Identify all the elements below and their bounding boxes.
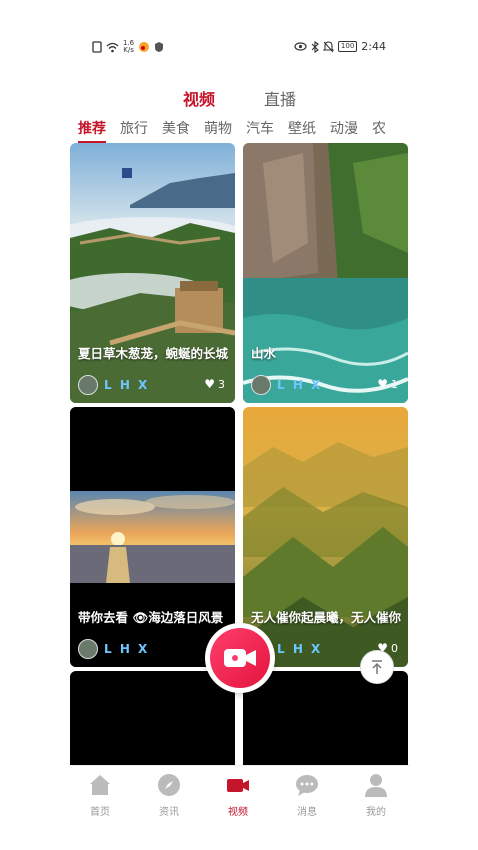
wifi-icon [106,42,119,52]
video-card[interactable]: 无人催你起晨曦，无人催你 L H X ♥ 0 [243,407,408,667]
category-pets[interactable]: 萌物 [204,118,232,138]
video-camera-icon [224,649,256,667]
thumbnail-river-cliffs [243,143,408,403]
video-card[interactable] [70,671,235,771]
shield-icon [155,42,164,52]
tab-video[interactable]: 视频 [183,86,215,110]
author-name: L H X [104,642,150,656]
heart-icon: ♥ [377,377,388,391]
card-title: 无人催你起晨曦，无人催你 [251,610,401,625]
video-camera-icon [227,779,249,792]
nav-label: 我的 [366,807,386,818]
avatar [78,375,98,395]
heart-icon: ♥ [204,377,215,391]
category-recommend[interactable]: 推荐 [78,118,106,143]
nav-label: 消息 [297,807,317,818]
record-video-button[interactable] [205,623,275,693]
status-right: 100 2:44 [294,40,386,53]
nav-label: 资讯 [159,807,179,818]
chat-icon [296,775,318,796]
video-card[interactable] [243,671,408,771]
category-wallpaper[interactable]: 壁纸 [288,118,316,138]
category-food[interactable]: 美食 [162,118,190,138]
author-name: L H X [277,642,323,656]
compass-icon [158,774,180,796]
avatar [78,639,98,659]
nav-label: 首页 [90,807,110,818]
status-left: 1.6 K/s [92,40,164,54]
author-name: L H X [104,378,150,392]
bottom-navigation: 首页 资讯 视频 消息 我的 [70,765,410,820]
like-count[interactable]: ♥ 1 [377,377,398,391]
card-title: 带你去看 👁海边落日风景 [78,610,224,625]
mute-icon [322,40,334,52]
like-number: 1 [391,377,398,391]
battery-indicator: 100 [337,41,358,52]
card-title: 山水 [251,346,277,361]
category-cars[interactable]: 汽车 [246,118,274,138]
network-speed: 1.6 K/s [123,40,134,54]
tab-live[interactable]: 直播 [264,86,296,110]
like-number: 3 [218,377,225,391]
video-card[interactable]: 带你去看 👁海边落日风景 L H X ♥ [70,407,235,667]
nav-profile[interactable]: 我的 [348,772,404,818]
card-author[interactable]: L H X [78,639,149,659]
nav-news[interactable]: 资讯 [141,772,197,818]
like-number: 0 [391,641,398,655]
thumbnail-sea-sunset [70,407,235,667]
nav-video[interactable]: 视频 [210,772,266,818]
bluetooth-icon [311,40,319,53]
sim-icon [92,41,102,53]
like-count[interactable]: ♥ 3 [204,377,225,391]
weibo-icon [139,42,150,52]
category-tabs: 推荐 旅行 美食 萌物 汽车 壁纸 动漫农 [78,118,408,144]
arrow-up-icon [372,660,382,674]
card-title: 夏日草木葱茏，蜿蜒的长城 [78,346,228,361]
nav-messages[interactable]: 消息 [279,772,335,818]
thumbnail-misty-mountains [243,407,408,667]
record-button-inner [210,628,270,688]
thumbnail-great-wall [70,143,235,403]
eye-icon [294,42,307,51]
card-author[interactable]: L H X [251,375,322,395]
video-card[interactable]: 山水 L H X ♥ 1 [243,143,408,403]
category-travel[interactable]: 旅行 [120,118,148,138]
author-name: L H X [277,378,323,392]
status-bar: 1.6 K/s 100 2:44 [70,30,410,66]
clock: 2:44 [361,40,386,53]
top-tabs: 视频 直播 [70,84,410,114]
avatar [251,375,271,395]
category-anime[interactable]: 动漫 [330,118,358,138]
category-farm[interactable]: 农 [372,118,386,138]
back-to-top-button[interactable] [360,650,394,684]
video-card[interactable]: 夏日草木葱茏，蜿蜒的长城 L H X ♥ 3 [70,143,235,403]
home-icon [90,775,110,795]
card-author[interactable]: L H X [78,375,149,395]
speed-unit: K/s [123,46,134,54]
nav-label: 视频 [228,807,248,818]
app-screen: 1.6 K/s 100 2:44 视频 直播 推荐 旅行 美食 萌物 汽车 壁纸 动漫农 [70,30,410,820]
user-icon [365,774,387,797]
nav-home[interactable]: 首页 [72,772,128,818]
